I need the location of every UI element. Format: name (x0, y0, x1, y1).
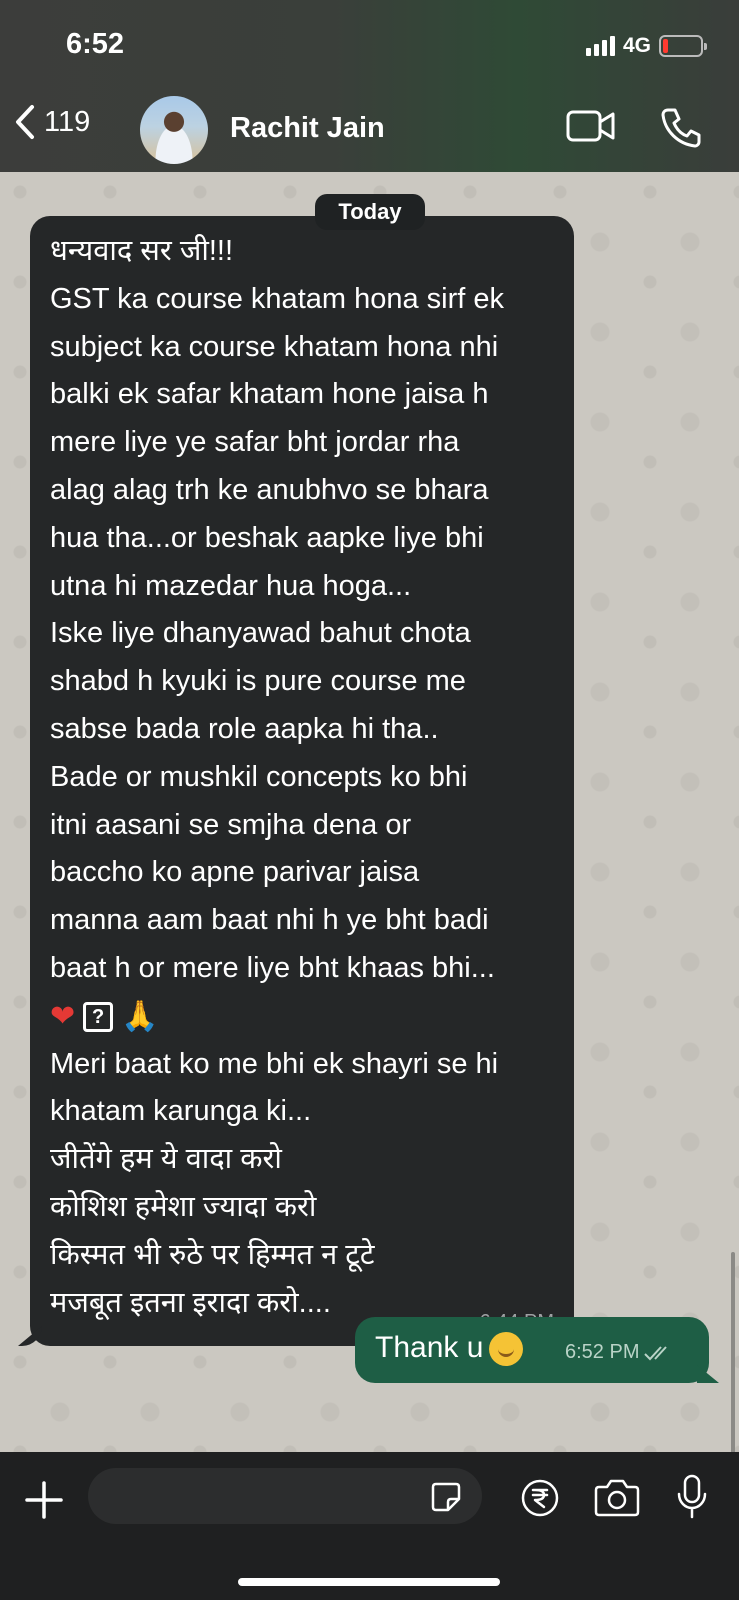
message-line: sabse bada role aapka hi tha.. (50, 712, 439, 745)
message-line: itni aasani se smjha dena or (50, 808, 412, 841)
incoming-message[interactable]: धन्यवाद सर जी!!! GST ka course khatam ho… (30, 216, 574, 1346)
message-line: subject ka course khatam hona nhi (50, 330, 499, 363)
outgoing-message[interactable]: Thank u 6:52 PM (355, 1317, 709, 1383)
message-line: manna aam baat nhi h ye bht badi (50, 904, 489, 937)
message-line: balki ek safar khatam hone jaisa h (50, 378, 489, 411)
message-line: GST ka course khatam hona sirf ek (50, 282, 505, 315)
camera-icon[interactable] (594, 1476, 640, 1518)
message-line: baccho ko apne parivar jaisa (50, 856, 420, 889)
pray-emoji: 🙏 (121, 999, 159, 1033)
top-bar: 6:52 4G 119 Rachit Jain (0, 0, 739, 172)
double-check-icon (644, 1345, 668, 1360)
heart-emoji: ❤ (50, 999, 76, 1033)
outgoing-text: Thank u (375, 1331, 484, 1364)
message-line: जीतेंगे हम ये वादा करो (50, 1143, 282, 1176)
battery-level (663, 39, 669, 53)
back-count: 119 (44, 105, 91, 138)
phone-icon[interactable] (660, 106, 702, 148)
input-bar (0, 1452, 739, 1600)
chat-area[interactable]: धन्यवाद सर जी!!! GST ka course khatam ho… (0, 172, 739, 1600)
home-indicator (238, 1578, 500, 1586)
message-line: utna hi mazedar hua hoga... (50, 569, 412, 602)
sticker-icon[interactable] (430, 1481, 462, 1513)
signal-icon (585, 36, 615, 56)
message-line: कोशिश हमेशा ज्यादा करो (50, 1190, 317, 1223)
message-text: धन्यवाद सर जी!!! GST ka course khatam ho… (50, 228, 554, 1327)
message-line: Iske liye dhanyawad bahut chota (50, 617, 471, 650)
status-time: 6:52 (66, 28, 125, 60)
message-line: Meri baat ko me bhi ek shayri se hi (50, 1047, 499, 1080)
message-line: shabd h kyuki is pure course me (50, 665, 466, 698)
battery-icon (659, 35, 707, 57)
smiling-emoji (489, 1332, 524, 1367)
outgoing-meta: 6:52 PM (565, 1341, 673, 1364)
rupee-icon[interactable] (520, 1478, 560, 1518)
avatar[interactable] (140, 96, 208, 164)
contact-name[interactable]: Rachit Jain (230, 112, 385, 145)
date-separator: Today (315, 194, 425, 230)
outgoing-time: 6:52 PM (565, 1341, 640, 1363)
message-line: baat h or mere liye bht khaas bhi... (50, 951, 495, 984)
back-button[interactable]: 119 (14, 104, 90, 140)
outgoing-text-row: Thank u (375, 1331, 524, 1367)
network-type: 4G (622, 34, 651, 57)
message-line: khatam karunga ki... (50, 1095, 312, 1128)
message-line: किस्मत भी रुठे पर हिम्मत न टूटे (50, 1238, 375, 1271)
unknown-emoji: ? (83, 1001, 114, 1032)
message-line: धन्यवाद सर जी!!! (50, 235, 234, 267)
chevron-left-icon (16, 105, 34, 139)
message-input[interactable] (88, 1468, 482, 1524)
message-line: hua tha...or beshak aapke liye bhi (50, 521, 484, 554)
microphone-icon[interactable] (676, 1474, 708, 1520)
message-line: Bade or mushkil concepts ko bhi (50, 760, 468, 793)
message-line: alag alag trh ke anubhvo se bhara (50, 473, 489, 506)
status-indicators: 4G (585, 34, 707, 58)
emoji-row: ❤ ? 🙏 (50, 993, 554, 1041)
message-line: mere liye ye safar bht jordar rha (50, 426, 460, 459)
chat-header: 119 Rachit Jain (0, 92, 739, 172)
video-call-icon[interactable] (566, 108, 616, 144)
plus-icon[interactable] (24, 1480, 64, 1520)
